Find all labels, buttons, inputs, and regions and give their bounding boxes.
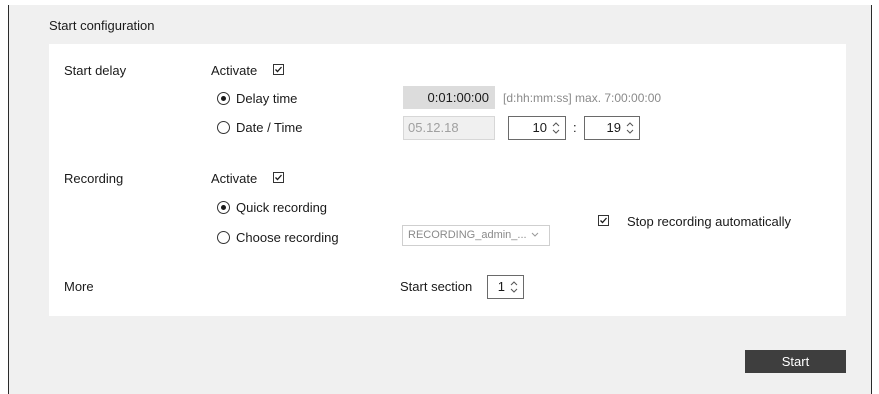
choose-recording-radio[interactable] [217,231,230,244]
quick-recording-label: Quick recording [236,200,328,215]
recording-label: Recording [64,171,124,186]
checkmark-icon [275,174,282,181]
quick-recording-radio[interactable] [217,201,230,214]
start-button[interactable]: Start [745,350,846,373]
delay-time-label: Delay time [236,91,298,106]
checkmark-icon [275,66,282,73]
recording-select[interactable]: RECORDING_admin_... [402,225,550,246]
start-section-value: 1 [497,279,505,294]
delay-time-hint: [d:hh:mm:ss] max. 7:00:00:00 [503,91,662,105]
stop-recording-auto-label: Stop recording automatically [627,214,792,229]
start-section-label: Start section [400,279,473,294]
spinner-arrows-icon [552,122,560,134]
minute-spinner[interactable]: 19 [584,116,640,140]
recording-activate-label: Activate [211,171,258,186]
recording-activate-checkbox[interactable] [273,172,284,183]
date-time-label: Date / Time [236,120,303,135]
minute-value: 19 [606,120,621,135]
stop-recording-auto-checkbox[interactable] [598,215,609,226]
chevron-down-icon [531,232,539,237]
date-input[interactable]: 05.12.18 [403,116,495,140]
spinner-arrows-icon [626,122,634,134]
time-separator: : [573,120,577,135]
start-delay-activate-checkbox[interactable] [273,64,284,75]
delay-time-input[interactable]: 0:01:00:00 [403,86,495,109]
delay-time-radio[interactable] [217,92,230,105]
spinner-arrows-icon [510,281,518,293]
page-title: Start configuration [49,18,155,33]
hour-spinner[interactable]: 10 [508,116,566,140]
start-delay-label: Start delay [64,63,127,78]
start-delay-activate-label: Activate [211,63,258,78]
hour-value: 10 [532,120,547,135]
start-section-spinner[interactable]: 1 [487,275,524,299]
checkmark-icon [600,217,607,224]
date-time-radio[interactable] [217,121,230,134]
settings-panel [49,44,846,316]
choose-recording-label: Choose recording [236,230,339,245]
recording-select-value: RECORDING_admin_... [408,229,527,241]
more-label: More [64,279,94,294]
